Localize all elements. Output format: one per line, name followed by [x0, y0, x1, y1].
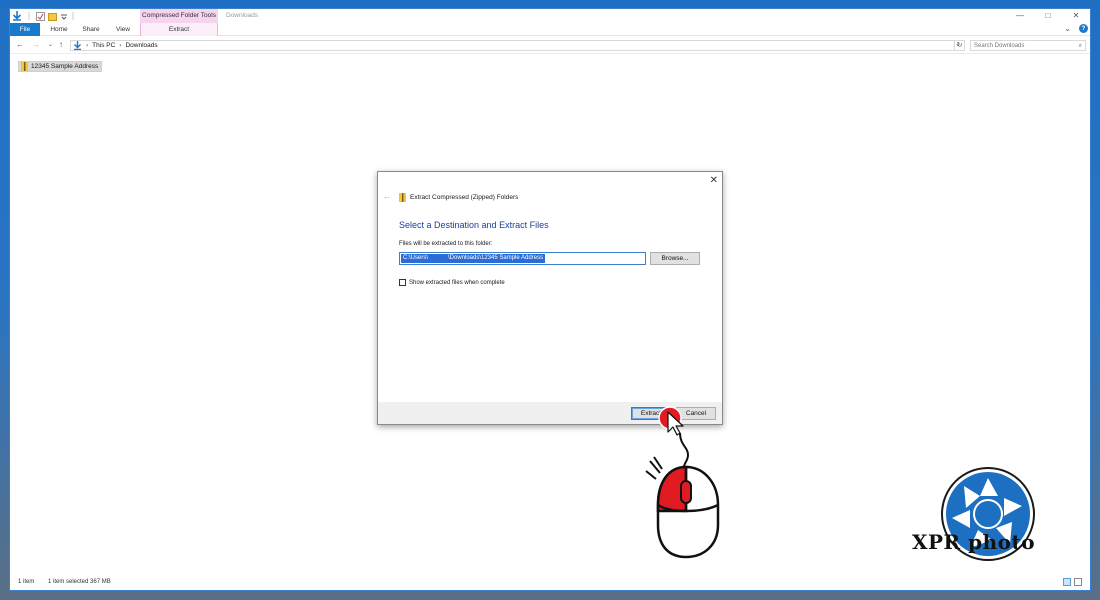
breadcrumb-this-pc[interactable]: This PC: [92, 42, 115, 49]
browse-button[interactable]: Browse...: [650, 252, 700, 265]
selection-info: 1 item selected 367 MB: [48, 579, 111, 585]
show-files-checkbox-row[interactable]: Show extracted files when complete: [399, 279, 505, 286]
ribbon-right-controls: ⌄ ?: [1064, 24, 1088, 33]
dialog-title-row: Extract Compressed (Zipped) Folders: [399, 193, 518, 202]
show-files-label: Show extracted files when complete: [409, 279, 505, 286]
minimize-button[interactable]: —: [1006, 9, 1034, 23]
watermark-text: XPR photo: [912, 530, 1036, 554]
item-count: 1 item: [18, 579, 35, 585]
search-placeholder: Search Downloads: [974, 43, 1025, 49]
details-view-icon[interactable]: [1063, 578, 1071, 586]
dialog-title: Extract Compressed (Zipped) Folders: [410, 194, 519, 201]
large-icons-view-icon[interactable]: [1074, 578, 1082, 586]
customize-qat-icon[interactable]: [60, 12, 68, 21]
new-folder-icon[interactable]: [48, 12, 57, 21]
window-title: Downloads: [226, 12, 259, 19]
destination-label: Files will be extracted to this folder:: [399, 241, 493, 247]
tab-extract[interactable]: Extract: [140, 23, 218, 36]
zip-folder-icon: [399, 193, 406, 202]
file-item[interactable]: 12345 Sample Address: [18, 61, 103, 72]
close-window-button[interactable]: ✕: [1062, 9, 1090, 23]
navigation-bar: ← → ⌄ ↑ › This PC › Downloads ⌄ ↻ Search…: [10, 37, 1090, 54]
search-icon: ⌕: [1078, 43, 1082, 49]
help-icon[interactable]: ?: [1079, 24, 1088, 33]
recent-locations-chevron-icon[interactable]: ⌄: [48, 41, 53, 48]
forward-arrow-icon[interactable]: →: [32, 40, 40, 49]
refresh-icon[interactable]: ↻: [954, 40, 965, 51]
file-name: 12345 Sample Address: [31, 63, 99, 70]
breadcrumb-separator: ›: [86, 42, 89, 49]
breadcrumb-downloads[interactable]: Downloads: [125, 42, 157, 49]
compressed-folder-tools-header: Compressed Folder Tools: [140, 9, 218, 23]
expand-ribbon-chevron-icon[interactable]: ⌄: [1064, 24, 1071, 33]
dialog-back-arrow-icon[interactable]: ←: [383, 192, 391, 201]
tab-share[interactable]: Share: [78, 23, 104, 36]
tab-home[interactable]: Home: [46, 23, 72, 36]
dialog-close-icon[interactable]: ✕: [710, 175, 718, 186]
view-switcher: [1063, 578, 1082, 586]
quick-access-toolbar: [12, 11, 75, 21]
extract-dialog: ✕ ← Extract Compressed (Zipped) Folders …: [377, 171, 723, 425]
up-arrow-icon[interactable]: ↑: [59, 40, 63, 49]
breadcrumb-separator: ›: [119, 42, 122, 49]
status-bar: 1 item 1 item selected 367 MB: [10, 576, 1090, 590]
destination-path-input[interactable]: C:\Users\ \Downloads\12345 Sample Addres…: [399, 252, 646, 265]
window-controls: — □ ✕: [1006, 9, 1090, 23]
downloads-location-icon: [74, 41, 81, 50]
click-cursor-icon: [658, 406, 684, 436]
separator-icon: [72, 12, 74, 20]
downloads-arrow-icon[interactable]: [12, 11, 22, 21]
dialog-heading: Select a Destination and Extract Files: [399, 220, 549, 230]
tab-view[interactable]: View: [110, 23, 136, 36]
back-arrow-icon[interactable]: ←: [16, 40, 24, 49]
properties-icon[interactable]: [36, 11, 45, 21]
mouse-left-click-icon: [645, 433, 720, 559]
search-input[interactable]: Search Downloads ⌕: [970, 40, 1086, 51]
title-bar: Compressed Folder Tools Downloads — □ ✕: [10, 9, 1090, 23]
show-files-checkbox[interactable]: [399, 279, 406, 286]
address-field[interactable]: › This PC › Downloads ⌄: [70, 40, 965, 51]
zip-folder-icon: [21, 62, 28, 71]
maximize-button[interactable]: □: [1034, 9, 1062, 23]
separator-icon: [28, 12, 30, 20]
ribbon-tabs: File Home Share View Extract ⌄ ?: [10, 23, 1090, 36]
tab-file[interactable]: File: [10, 23, 40, 36]
destination-path-value: C:\Users\ \Downloads\12345 Sample Addres…: [401, 254, 546, 263]
